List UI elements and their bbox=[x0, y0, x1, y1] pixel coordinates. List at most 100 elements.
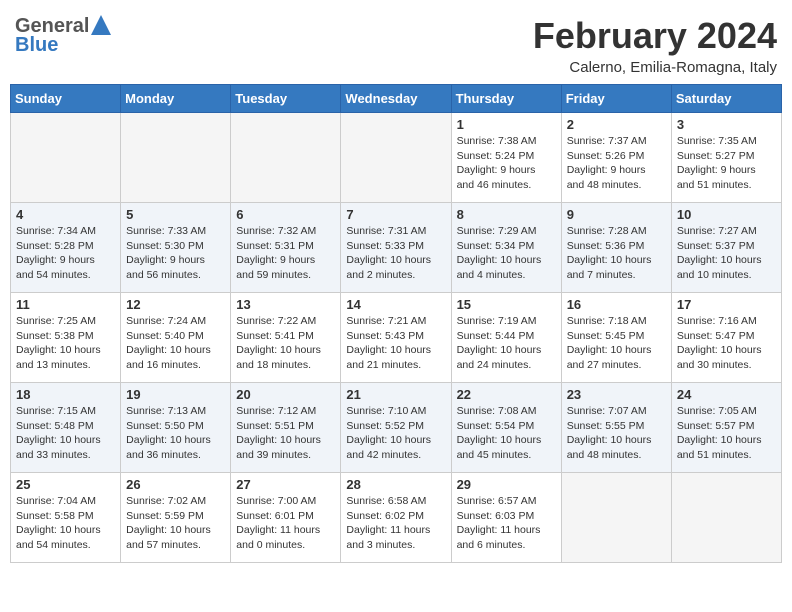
cell-text: Sunrise: 7:05 AM bbox=[677, 404, 776, 419]
calendar-cell bbox=[671, 473, 781, 563]
cell-text: Sunset: 5:57 PM bbox=[677, 419, 776, 434]
day-number: 21 bbox=[346, 387, 445, 402]
weekday-header-thursday: Thursday bbox=[451, 85, 561, 113]
cell-text: Sunrise: 7:22 AM bbox=[236, 314, 335, 329]
cell-text: Sunset: 6:02 PM bbox=[346, 509, 445, 524]
calendar-cell: 10Sunrise: 7:27 AMSunset: 5:37 PMDayligh… bbox=[671, 203, 781, 293]
calendar-cell: 24Sunrise: 7:05 AMSunset: 5:57 PMDayligh… bbox=[671, 383, 781, 473]
day-number: 9 bbox=[567, 207, 666, 222]
calendar-cell: 6Sunrise: 7:32 AMSunset: 5:31 PMDaylight… bbox=[231, 203, 341, 293]
cell-text: Sunrise: 7:13 AM bbox=[126, 404, 225, 419]
cell-text: Daylight: 9 hours and 48 minutes. bbox=[567, 163, 666, 192]
calendar-cell: 3Sunrise: 7:35 AMSunset: 5:27 PMDaylight… bbox=[671, 113, 781, 203]
calendar-cell bbox=[231, 113, 341, 203]
day-number: 17 bbox=[677, 297, 776, 312]
cell-text: Sunset: 5:41 PM bbox=[236, 329, 335, 344]
cell-text: Sunset: 5:28 PM bbox=[16, 239, 115, 254]
cell-text: Daylight: 9 hours and 54 minutes. bbox=[16, 253, 115, 282]
calendar-cell: 13Sunrise: 7:22 AMSunset: 5:41 PMDayligh… bbox=[231, 293, 341, 383]
cell-text: Sunset: 5:55 PM bbox=[567, 419, 666, 434]
cell-text: Sunrise: 7:12 AM bbox=[236, 404, 335, 419]
cell-text: Sunrise: 7:33 AM bbox=[126, 224, 225, 239]
location-title: Calerno, Emilia-Romagna, Italy bbox=[533, 59, 777, 76]
day-number: 19 bbox=[126, 387, 225, 402]
cell-text: Sunrise: 7:32 AM bbox=[236, 224, 335, 239]
cell-text: Daylight: 10 hours and 57 minutes. bbox=[126, 523, 225, 552]
cell-text: Sunrise: 7:10 AM bbox=[346, 404, 445, 419]
day-number: 7 bbox=[346, 207, 445, 222]
cell-text: Sunrise: 7:24 AM bbox=[126, 314, 225, 329]
cell-text: Sunset: 5:45 PM bbox=[567, 329, 666, 344]
day-number: 28 bbox=[346, 477, 445, 492]
cell-text: Daylight: 10 hours and 36 minutes. bbox=[126, 433, 225, 462]
cell-text: Sunset: 5:54 PM bbox=[457, 419, 556, 434]
cell-text: Sunset: 6:01 PM bbox=[236, 509, 335, 524]
day-number: 27 bbox=[236, 477, 335, 492]
cell-text: Sunset: 5:58 PM bbox=[16, 509, 115, 524]
day-number: 25 bbox=[16, 477, 115, 492]
cell-text: Daylight: 10 hours and 42 minutes. bbox=[346, 433, 445, 462]
cell-text: Daylight: 10 hours and 45 minutes. bbox=[457, 433, 556, 462]
cell-text: Sunrise: 7:16 AM bbox=[677, 314, 776, 329]
day-number: 18 bbox=[16, 387, 115, 402]
cell-text: Sunrise: 7:35 AM bbox=[677, 134, 776, 149]
cell-text: Sunset: 5:24 PM bbox=[457, 149, 556, 164]
cell-text: Daylight: 10 hours and 54 minutes. bbox=[16, 523, 115, 552]
day-number: 4 bbox=[16, 207, 115, 222]
cell-text: Daylight: 10 hours and 7 minutes. bbox=[567, 253, 666, 282]
week-row-2: 4Sunrise: 7:34 AMSunset: 5:28 PMDaylight… bbox=[11, 203, 782, 293]
weekday-header-saturday: Saturday bbox=[671, 85, 781, 113]
cell-text: Daylight: 10 hours and 39 minutes. bbox=[236, 433, 335, 462]
day-number: 15 bbox=[457, 297, 556, 312]
weekday-header-tuesday: Tuesday bbox=[231, 85, 341, 113]
cell-text: Daylight: 11 hours and 6 minutes. bbox=[457, 523, 556, 552]
cell-text: Daylight: 10 hours and 24 minutes. bbox=[457, 343, 556, 372]
day-number: 14 bbox=[346, 297, 445, 312]
calendar-cell: 1Sunrise: 7:38 AMSunset: 5:24 PMDaylight… bbox=[451, 113, 561, 203]
calendar-cell: 17Sunrise: 7:16 AMSunset: 5:47 PMDayligh… bbox=[671, 293, 781, 383]
cell-text: Sunrise: 6:58 AM bbox=[346, 494, 445, 509]
cell-text: Sunset: 5:33 PM bbox=[346, 239, 445, 254]
cell-text: Sunrise: 7:18 AM bbox=[567, 314, 666, 329]
cell-text: Sunset: 5:38 PM bbox=[16, 329, 115, 344]
calendar-cell: 19Sunrise: 7:13 AMSunset: 5:50 PMDayligh… bbox=[121, 383, 231, 473]
calendar-cell: 21 Sunrise: 7:10 AMSunset: 5:52 PMDayligh… bbox=[341, 383, 451, 473]
cell-text: Sunset: 5:52 PM bbox=[346, 419, 445, 434]
day-number: 3 bbox=[677, 117, 776, 132]
cell-text: Daylight: 9 hours and 51 minutes. bbox=[677, 163, 776, 192]
day-number: 22 bbox=[457, 387, 556, 402]
calendar-cell: 18Sunrise: 7:15 AMSunset: 5:48 PMDayligh… bbox=[11, 383, 121, 473]
cell-text: Sunset: 5:59 PM bbox=[126, 509, 225, 524]
cell-text: Daylight: 10 hours and 4 minutes. bbox=[457, 253, 556, 282]
week-row-3: 11Sunrise: 7:25 AMSunset: 5:38 PMDayligh… bbox=[11, 293, 782, 383]
calendar-cell: 15Sunrise: 7:19 AMSunset: 5:44 PMDayligh… bbox=[451, 293, 561, 383]
calendar-cell: 29Sunrise: 6:57 AMSunset: 6:03 PMDayligh… bbox=[451, 473, 561, 563]
weekday-header-row: SundayMondayTuesdayWednesdayThursdayFrid… bbox=[11, 85, 782, 113]
cell-text: Sunrise: 7:02 AM bbox=[126, 494, 225, 509]
cell-text: Daylight: 10 hours and 16 minutes. bbox=[126, 343, 225, 372]
cell-text: Sunset: 5:30 PM bbox=[126, 239, 225, 254]
day-number: 13 bbox=[236, 297, 335, 312]
cell-text: Sunrise: 7:31 AM bbox=[346, 224, 445, 239]
day-number: 1 bbox=[457, 117, 556, 132]
cell-text: Daylight: 9 hours and 46 minutes. bbox=[457, 163, 556, 192]
calendar-cell: 22 Sunrise: 7:08 AMSunset: 5:54 PMDayligh… bbox=[451, 383, 561, 473]
cell-text: Daylight: 9 hours and 59 minutes. bbox=[236, 253, 335, 282]
calendar-cell: 2Sunrise: 7:37 AMSunset: 5:26 PMDaylight… bbox=[561, 113, 671, 203]
calendar-cell: 23Sunrise: 7:07 AMSunset: 5:55 PMDayligh… bbox=[561, 383, 671, 473]
calendar-cell: 26Sunrise: 7:02 AMSunset: 5:59 PMDayligh… bbox=[121, 473, 231, 563]
calendar-cell bbox=[11, 113, 121, 203]
day-number: 29 bbox=[457, 477, 556, 492]
cell-text: Sunset: 5:36 PM bbox=[567, 239, 666, 254]
calendar-cell: 14Sunrise: 7:21 AMSunset: 5:43 PMDayligh… bbox=[341, 293, 451, 383]
calendar-cell: 20Sunrise: 7:12 AMSunset: 5:51 PMDayligh… bbox=[231, 383, 341, 473]
cell-text: Sunset: 5:26 PM bbox=[567, 149, 666, 164]
cell-text: Daylight: 11 hours and 0 minutes. bbox=[236, 523, 335, 552]
cell-text: Sunrise: 7:08 AM bbox=[457, 404, 556, 419]
cell-text: Sunrise: 7:25 AM bbox=[16, 314, 115, 329]
cell-text: Sunset: 5:51 PM bbox=[236, 419, 335, 434]
calendar-table: SundayMondayTuesdayWednesdayThursdayFrid… bbox=[10, 84, 782, 563]
cell-text: Daylight: 10 hours and 13 minutes. bbox=[16, 343, 115, 372]
day-number: 16 bbox=[567, 297, 666, 312]
cell-text: Sunrise: 7:00 AM bbox=[236, 494, 335, 509]
